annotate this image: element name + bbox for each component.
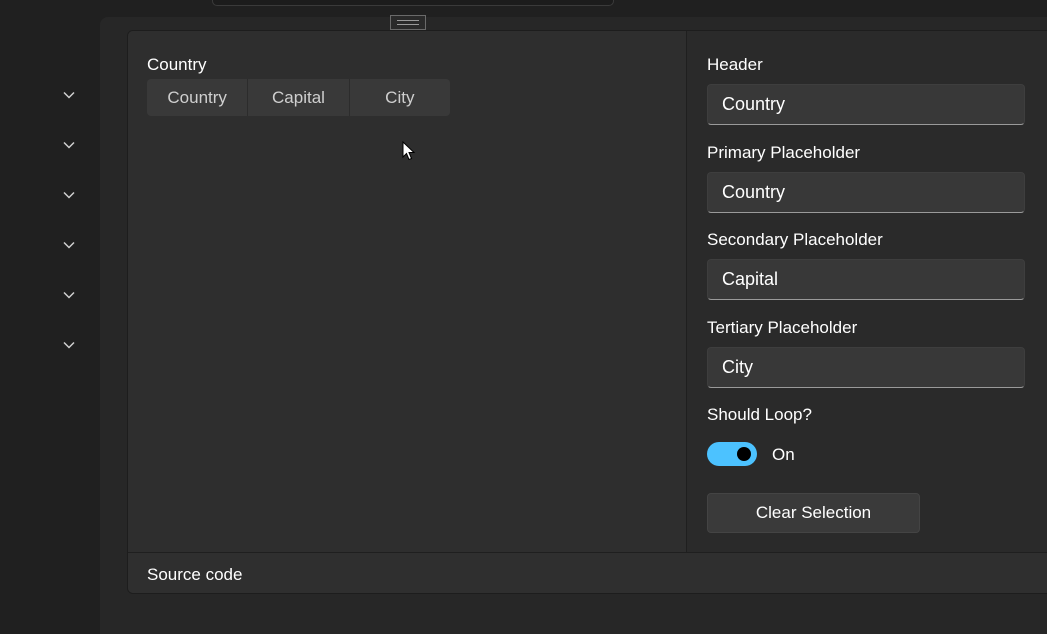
picker-header: Country: [147, 55, 207, 74]
segmented-picker[interactable]: Country Capital City: [147, 79, 450, 116]
tertiary-placeholder-label: Tertiary Placeholder: [707, 318, 858, 337]
chevron-down-icon[interactable]: [59, 135, 79, 155]
navigation-rail: [0, 0, 100, 634]
secondary-placeholder-label: Secondary Placeholder: [707, 230, 883, 249]
toggle-state-text: On: [772, 445, 795, 464]
picker-segment-city[interactable]: City: [350, 79, 450, 116]
picker-segment-capital[interactable]: Capital: [248, 79, 350, 116]
chevron-down-icon[interactable]: [59, 235, 79, 255]
source-code-expander[interactable]: Source code: [128, 552, 1047, 593]
drag-handle-icon[interactable]: [390, 15, 426, 30]
chevron-down-icon[interactable]: [59, 185, 79, 205]
secondary-placeholder-field[interactable]: Capital: [707, 259, 1025, 300]
chevron-down-icon[interactable]: [59, 335, 79, 355]
options-pane: Header Country Primary Placeholder Count…: [686, 31, 1047, 552]
primary-placeholder-field[interactable]: Country: [707, 172, 1025, 213]
should-loop-toggle[interactable]: [707, 442, 757, 466]
primary-placeholder-label: Primary Placeholder: [707, 143, 861, 162]
header-field[interactable]: Country: [707, 84, 1025, 125]
example-card: Country Country Capital City Header Coun…: [127, 30, 1047, 594]
source-code-label: Source code: [147, 565, 243, 584]
example-pane: Country Country Capital City: [128, 31, 686, 552]
tertiary-placeholder-field[interactable]: City: [707, 347, 1025, 388]
should-loop-label: Should Loop?: [707, 405, 812, 424]
picker-segment-country[interactable]: Country: [147, 79, 249, 116]
search-box-edge[interactable]: [212, 0, 614, 6]
header-label: Header: [707, 55, 763, 74]
toggle-knob: [737, 447, 751, 461]
clear-selection-button[interactable]: Clear Selection: [707, 493, 920, 533]
chevron-down-icon[interactable]: [59, 85, 79, 105]
mouse-cursor-icon: [402, 141, 416, 161]
chevron-down-icon[interactable]: [59, 285, 79, 305]
